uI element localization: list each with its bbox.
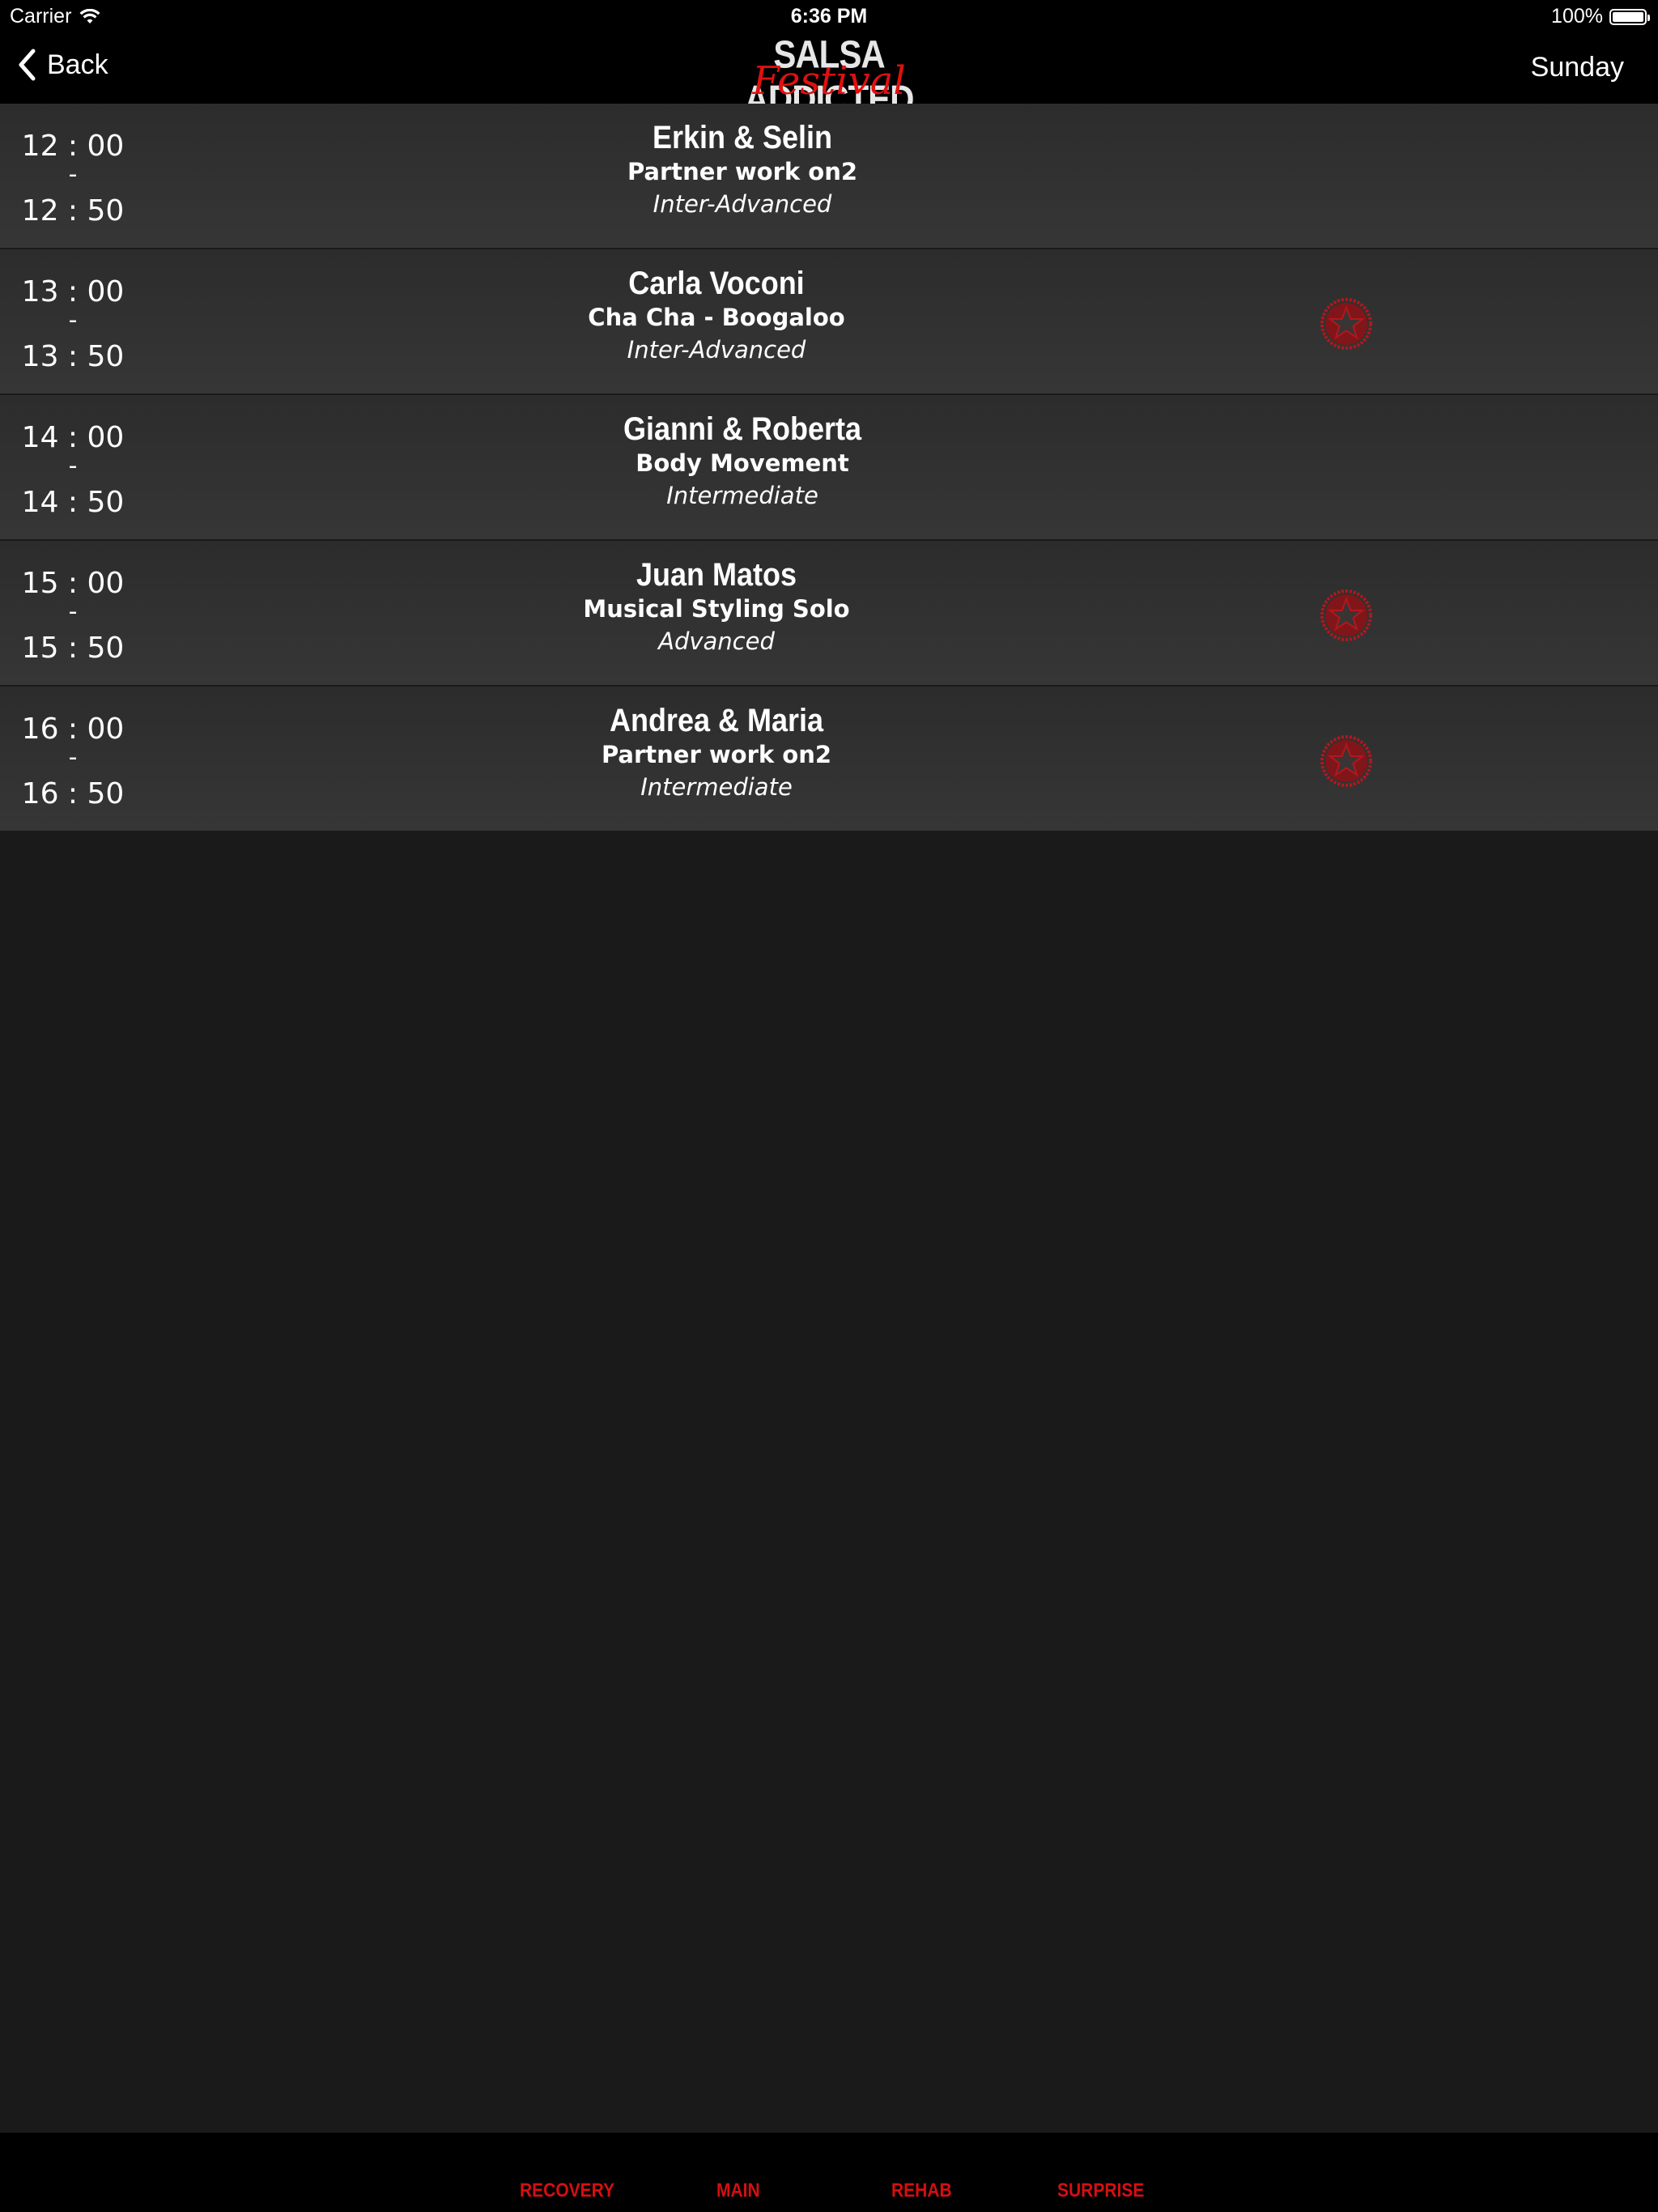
session-instructors: Gianni & Roberta <box>623 410 862 447</box>
chevron-left-icon <box>19 49 36 81</box>
battery-percent: 100% <box>1551 5 1603 28</box>
session-end-time: 12 : 50 <box>21 194 125 228</box>
session-row[interactable]: 12 : 00- 12 : 50 Erkin & Selin Partner work… <box>0 104 1658 248</box>
schedule-list: 12 : 00-12 : 50 Erkin & Selin Partner work… <box>0 104 1658 832</box>
session-time-separator: - <box>68 743 78 772</box>
session-time: 16 : 00- 16 : 50 <box>0 687 146 831</box>
star-badge-icon[interactable] <box>1320 734 1373 788</box>
day-label: Sunday <box>1530 52 1624 83</box>
tab-rehab[interactable]: REHAB <box>891 2180 952 2202</box>
schedule-screen: Carrier 6:36 PM 100% Back SALSA ADDICTED… <box>0 0 1658 2212</box>
session-row[interactable]: 14 : 00- 14 : 50 Gianni & Roberta Body Move… <box>0 395 1658 539</box>
session-class-title: Cha Cha - Boogaloo <box>588 304 845 331</box>
session-level: Advanced <box>658 627 775 655</box>
status-bar: Carrier 6:36 PM 100% <box>0 0 1658 32</box>
session-time-separator: - <box>68 598 78 626</box>
session-time-separator: - <box>68 452 78 480</box>
session-level: Inter-Advanced <box>627 336 806 364</box>
session-level: Inter-Advanced <box>653 190 832 218</box>
session-level: Intermediate <box>640 773 793 801</box>
tab-recovery[interactable]: RECOVERY <box>520 2180 614 2202</box>
session-row[interactable]: 16 : 00- 16 : 50 Andrea & Maria Partner wor… <box>0 687 1658 831</box>
session-time: 15 : 00- 15 : 50 <box>0 541 146 685</box>
logo-subtitle: Festival <box>752 58 906 104</box>
session-info: Carla Voconi Cha Cha - Boogaloo Inter-Adva… <box>433 264 1000 366</box>
navigation-bar: Back SALSA ADDICTED Festival Sunday <box>0 32 1658 121</box>
session-instructors: Erkin & Selin <box>652 118 833 155</box>
session-end-time: 16 : 50 <box>21 777 125 810</box>
session-class-title: Musical Styling Solo <box>583 595 850 623</box>
session-start-time: 14 : 00 <box>21 421 125 454</box>
session-info: Juan Matos Musical Styling Solo Advanced <box>433 555 1000 657</box>
session-time: 13 : 00- 13 : 50 <box>0 249 146 393</box>
session-instructors: Juan Matos <box>636 555 797 593</box>
tab-surprise[interactable]: SURPRISE <box>1057 2180 1144 2202</box>
session-info: Gianni & Roberta Body Movement Intermediat… <box>459 410 1026 512</box>
session-row[interactable]: 15 : 00- 15 : 50 Juan Matos Musical Styling… <box>0 541 1658 685</box>
session-start-time: 15 : 00 <box>21 567 125 600</box>
session-class-title: Body Movement <box>636 449 849 477</box>
battery-indicator: 100% <box>1551 5 1650 28</box>
session-instructors: Carla Voconi <box>628 264 805 301</box>
session-start-time: 12 : 00 <box>21 130 125 163</box>
session-time: 12 : 00- 12 : 50 <box>0 104 146 248</box>
tab-bar: RECOVERY MAIN REHAB SURPRISE <box>0 2133 1658 2212</box>
session-start-time: 13 : 00 <box>21 275 125 308</box>
session-level: Intermediate <box>666 482 818 509</box>
star-badge-icon[interactable] <box>1320 297 1373 351</box>
session-end-time: 15 : 50 <box>21 632 125 665</box>
session-time-separator: - <box>68 160 78 189</box>
session-end-time: 14 : 50 <box>21 486 125 519</box>
session-start-time: 16 : 00 <box>21 713 125 746</box>
back-button[interactable]: Back <box>18 49 108 81</box>
session-info: Andrea & Maria Partner work on2 Intermedia… <box>433 701 1000 803</box>
session-time-separator: - <box>68 306 78 334</box>
session-time: 14 : 00- 14 : 50 <box>0 395 146 539</box>
status-time: 6:36 PM <box>790 5 868 28</box>
session-row[interactable]: 13 : 00- 13 : 50 Carla Voconi Cha Cha - Boo… <box>0 249 1658 393</box>
star-badge-icon[interactable] <box>1320 589 1373 642</box>
session-class-title: Partner work on2 <box>627 158 858 185</box>
session-end-time: 13 : 50 <box>21 340 125 373</box>
festival-logo: SALSA ADDICTED Festival <box>721 32 937 121</box>
tab-main[interactable]: MAIN <box>716 2180 760 2202</box>
session-class-title: Partner work on2 <box>601 741 832 768</box>
battery-icon <box>1609 8 1650 25</box>
session-instructors: Andrea & Maria <box>609 701 824 738</box>
session-info: Erkin & Selin Partner work on2 Inter-Advan… <box>459 118 1026 220</box>
back-label: Back <box>47 49 108 80</box>
